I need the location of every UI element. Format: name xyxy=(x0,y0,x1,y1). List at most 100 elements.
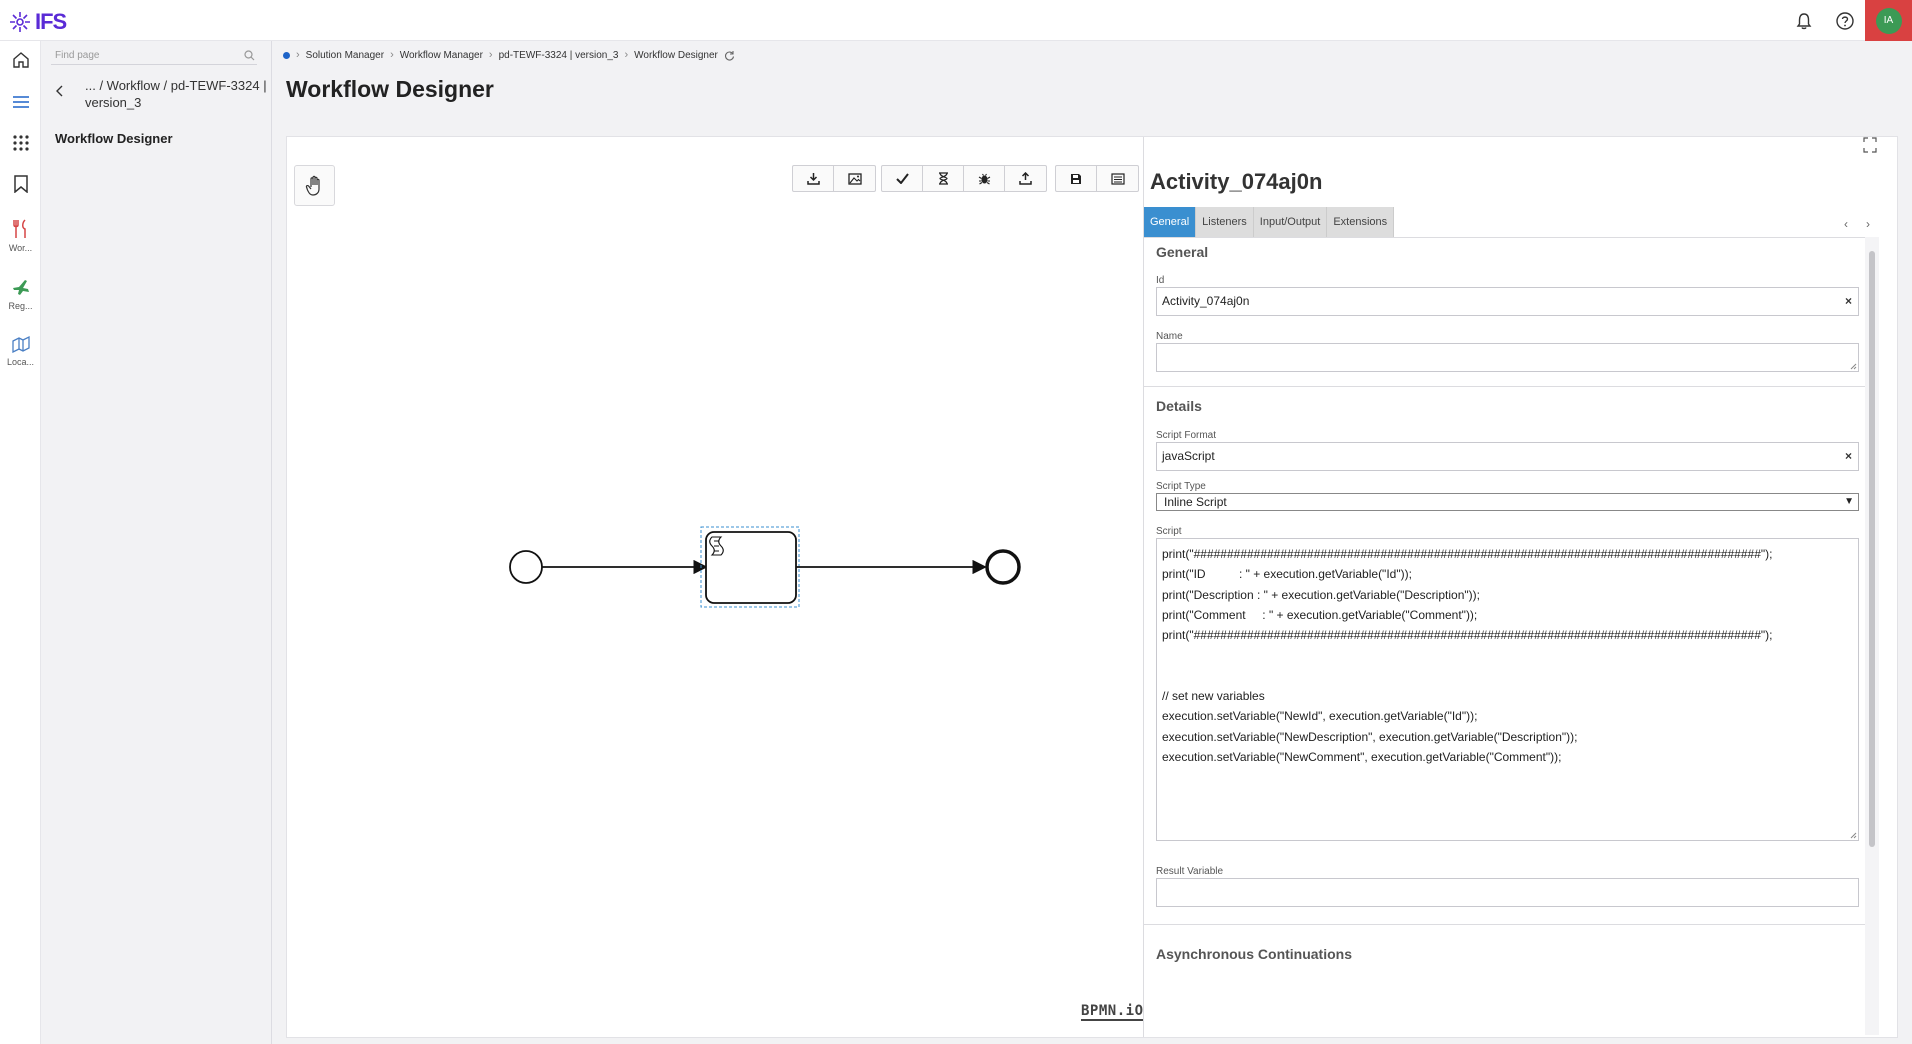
export-toolbar xyxy=(792,165,876,192)
script-line: execution.setVariable("NewDescription", … xyxy=(1162,729,1578,744)
script-format-field[interactable]: javaScript × xyxy=(1156,442,1859,471)
menu-icon xyxy=(12,96,29,108)
breadcrumb-item[interactable]: Workflow Manager xyxy=(400,50,483,61)
tab-extensions[interactable]: Extensions xyxy=(1327,207,1395,237)
bookmark-icon xyxy=(13,175,28,193)
script-format-label: Script Format xyxy=(1156,430,1217,441)
validate-button[interactable] xyxy=(882,166,923,191)
properties-body: General Id Activity_074aj0n × Name Detai… xyxy=(1144,237,1866,1037)
bell-icon[interactable] xyxy=(1783,0,1824,41)
script-task[interactable] xyxy=(705,531,797,604)
script-line: print("ID : " + execution.getVariable("I… xyxy=(1162,567,1412,582)
rail-workflow[interactable]: Wor... xyxy=(0,219,41,253)
nav-current-page[interactable]: Workflow Designer xyxy=(55,131,173,146)
rail-registry[interactable]: Reg... xyxy=(0,277,41,311)
scrollbar-thumb[interactable] xyxy=(1869,251,1875,847)
tab-listeners[interactable]: Listeners xyxy=(1196,207,1254,237)
chevron-right-icon: › xyxy=(624,49,629,61)
check-icon xyxy=(895,173,909,184)
tab-general[interactable]: General xyxy=(1144,207,1197,237)
start-event[interactable] xyxy=(509,550,543,584)
tab-input-output[interactable]: Input/Output xyxy=(1253,207,1328,237)
debug-button[interactable] xyxy=(964,166,1005,191)
bug-icon xyxy=(978,173,990,185)
search-icon xyxy=(244,50,255,61)
find-page-input[interactable]: Find page xyxy=(51,49,257,65)
properties-scrollbar[interactable] xyxy=(1865,237,1879,1035)
breadcrumb-home-dot[interactable] xyxy=(283,51,290,59)
export-image-button[interactable] xyxy=(834,166,875,191)
script-line: print("Comment : " + execution.getVariab… xyxy=(1162,607,1478,622)
bpmn-io-logo[interactable]: BPMN.iO xyxy=(1081,1003,1144,1021)
script-editor[interactable]: print("#################################… xyxy=(1156,538,1859,841)
breadcrumb-item: Workflow Designer xyxy=(634,49,718,61)
clear-icon[interactable]: × xyxy=(1845,288,1852,315)
name-label: Name xyxy=(1156,331,1183,342)
hourglass-icon xyxy=(938,172,948,185)
rail-menu[interactable] xyxy=(0,93,41,111)
script-line: print("Description : " + execution.getVa… xyxy=(1162,587,1480,602)
tabs-scroll-right-icon[interactable]: › xyxy=(1866,217,1870,231)
rail-apps[interactable] xyxy=(0,135,41,151)
id-value: Activity_074aj0n xyxy=(1162,294,1250,308)
id-field[interactable]: Activity_074aj0n × xyxy=(1156,287,1859,316)
hand-tool-button[interactable] xyxy=(294,165,335,206)
script-line: ​ xyxy=(1162,666,1853,686)
workflow-icon xyxy=(12,219,26,238)
properties-panel: Activity_074aj0n General Listeners Input… xyxy=(1143,137,1879,1037)
rail-home[interactable] xyxy=(0,51,41,69)
rail-label: Loca... xyxy=(6,357,35,367)
properties-tabs: General Listeners Input/Output Extension… xyxy=(1144,207,1395,237)
script-line: execution.setVariable("NewComment", exec… xyxy=(1162,749,1562,764)
deploy-button[interactable] xyxy=(1005,166,1046,191)
chevron-right-icon: › xyxy=(296,49,300,61)
download-icon xyxy=(806,173,820,185)
save-button[interactable] xyxy=(1056,166,1097,191)
page-title: Workflow Designer xyxy=(286,76,494,102)
breadcrumb-item[interactable]: pd-TEWF-3324 | version_3 xyxy=(499,50,619,61)
refresh-icon[interactable] xyxy=(724,50,735,61)
fullscreen-icon[interactable] xyxy=(1863,137,1877,153)
tabs-scroll-left-icon[interactable]: ‹ xyxy=(1844,217,1848,231)
ifs-logo-icon xyxy=(10,12,30,32)
image-icon xyxy=(847,172,862,185)
result-variable-label: Result Variable xyxy=(1156,866,1224,877)
result-variable-field[interactable] xyxy=(1156,878,1859,907)
name-field[interactable] xyxy=(1156,343,1859,372)
resize-grip-icon[interactable] xyxy=(1850,832,1857,839)
ifs-logo[interactable]: IFS xyxy=(8,9,67,35)
nav-path[interactable]: ... / Workflow / pd-TEWF-3324 | version_… xyxy=(85,77,271,111)
properties-toggle-button[interactable] xyxy=(1097,166,1138,191)
script-line: print("#################################… xyxy=(1162,628,1773,643)
home-icon xyxy=(12,52,29,68)
hand-icon xyxy=(305,175,320,196)
rail-location[interactable]: Loca... xyxy=(0,335,41,367)
upload-icon xyxy=(1019,172,1032,185)
section-divider xyxy=(1144,386,1866,387)
help-icon[interactable] xyxy=(1824,0,1865,41)
end-event[interactable] xyxy=(985,549,1021,585)
script-type-label: Script Type xyxy=(1156,481,1206,492)
script-format-value: javaScript xyxy=(1162,449,1215,463)
avatar: IA xyxy=(1875,7,1902,34)
breadcrumb-item[interactable]: Solution Manager xyxy=(306,50,384,61)
validation-toolbar xyxy=(881,165,1047,192)
rail-label: Reg... xyxy=(8,301,33,311)
chevron-right-icon: › xyxy=(390,49,394,61)
download-button[interactable] xyxy=(793,166,834,191)
breadcrumb: › Solution Manager › Workflow Manager › … xyxy=(283,48,735,62)
rail-bookmarks[interactable] xyxy=(0,175,41,193)
timer-button[interactable] xyxy=(923,166,964,191)
details-section-title: Details xyxy=(1156,398,1202,414)
user-menu[interactable]: IA xyxy=(1865,0,1912,41)
bpmn-canvas[interactable] xyxy=(287,137,1143,1037)
script-label: Script xyxy=(1156,526,1182,537)
chevron-down-icon: ▼ xyxy=(1844,496,1854,507)
script-line: execution.setVariable("NewId", execution… xyxy=(1162,709,1478,724)
apps-grid-icon xyxy=(12,135,29,151)
script-type-select[interactable]: Inline Script ▼ xyxy=(1156,493,1859,511)
back-arrow-icon[interactable] xyxy=(55,85,65,97)
resize-grip-icon[interactable] xyxy=(1850,363,1857,370)
clear-icon[interactable]: × xyxy=(1845,443,1852,470)
id-label: Id xyxy=(1156,275,1165,286)
